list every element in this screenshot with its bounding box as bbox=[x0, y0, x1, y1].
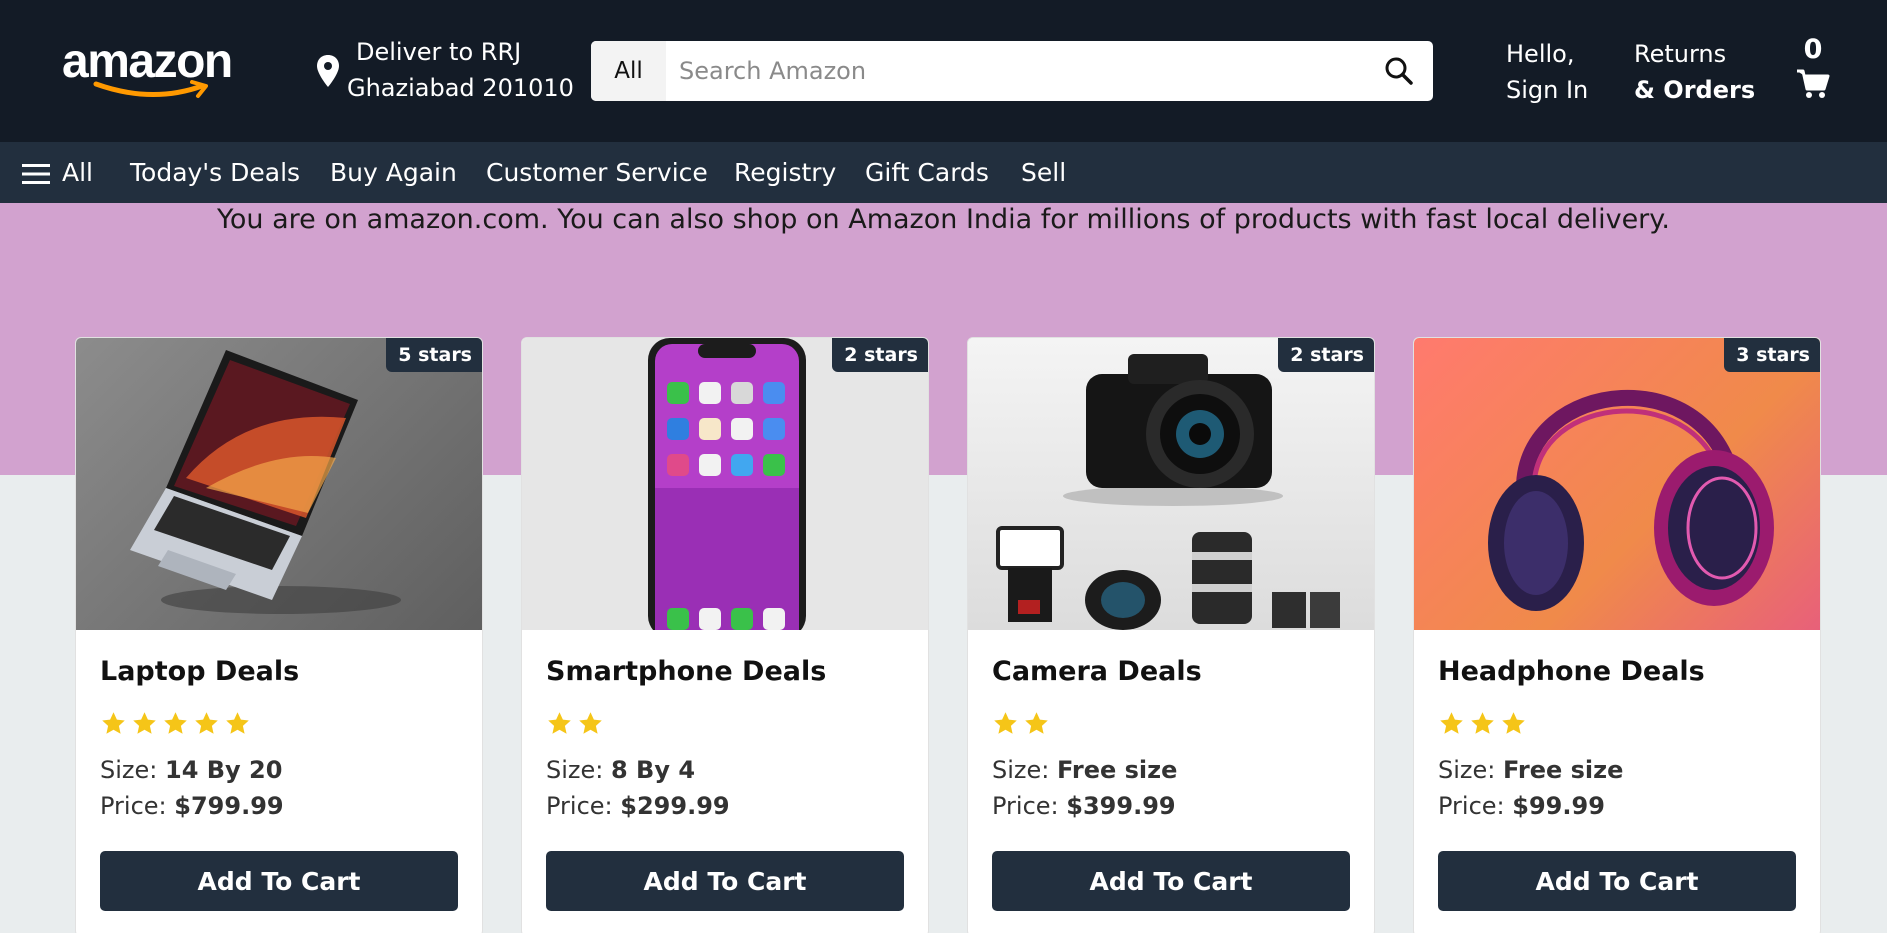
product-price: Price: $99.99 bbox=[1438, 792, 1605, 820]
returns-orders[interactable]: Returns & Orders bbox=[1634, 36, 1755, 108]
star-rating bbox=[1438, 710, 1531, 740]
cart-button[interactable]: 0 bbox=[1788, 32, 1838, 112]
laptop-illustration bbox=[130, 350, 401, 614]
nav-buy-again[interactable]: Buy Again bbox=[330, 142, 457, 203]
search-icon bbox=[1385, 57, 1413, 85]
star-icon bbox=[994, 712, 1017, 734]
star-rating bbox=[992, 710, 1054, 740]
amazon-logo[interactable]: amazon bbox=[62, 36, 240, 98]
search-input[interactable] bbox=[679, 41, 1359, 101]
nav-all-label: All bbox=[62, 158, 93, 187]
headphone-image[interactable]: 3 stars bbox=[1414, 338, 1820, 630]
returns-label: Returns bbox=[1634, 40, 1727, 68]
locale-notice[interactable]: You are on amazon.com. You can also shop… bbox=[0, 203, 1887, 237]
add-to-cart-button[interactable]: Add To Cart bbox=[992, 851, 1350, 911]
product-card-headphone: 3 stars Headphone Deals Size: Free size … bbox=[1413, 337, 1821, 933]
rating-badge: 3 stars bbox=[1724, 338, 1820, 372]
nav-gift-cards[interactable]: Gift Cards bbox=[865, 142, 989, 203]
star-icon bbox=[1502, 712, 1525, 734]
rating-badge: 2 stars bbox=[1278, 338, 1374, 372]
nav-customer-service[interactable]: Customer Service bbox=[486, 142, 708, 203]
product-title[interactable]: Smartphone Deals bbox=[546, 656, 826, 687]
headphone-illustration bbox=[1488, 389, 1774, 611]
product-card-smartphone: 2 stars Smartphone Deals Size: 8 By 4 Pr… bbox=[521, 337, 929, 933]
hamburger-menu-icon bbox=[22, 164, 50, 184]
product-title[interactable]: Camera Deals bbox=[992, 656, 1202, 687]
product-size: Size: 8 By 4 bbox=[546, 756, 696, 784]
deliver-location: Ghaziabad 201010 bbox=[347, 74, 574, 102]
cart-icon bbox=[1797, 69, 1830, 98]
star-icon bbox=[1440, 712, 1463, 734]
star-icon bbox=[133, 712, 156, 734]
star-icon bbox=[1025, 712, 1048, 734]
search-bar: All bbox=[591, 41, 1433, 101]
add-to-cart-button[interactable]: Add To Cart bbox=[1438, 851, 1796, 911]
add-to-cart-button[interactable]: Add To Cart bbox=[100, 851, 458, 911]
logo-smile-icon bbox=[93, 80, 208, 98]
sign-in-label: Sign In bbox=[1506, 76, 1589, 104]
star-rating bbox=[100, 710, 255, 740]
star-icon bbox=[164, 712, 187, 734]
product-title[interactable]: Laptop Deals bbox=[100, 656, 299, 687]
camera-illustration bbox=[996, 354, 1340, 630]
orders-label: & Orders bbox=[1634, 76, 1756, 104]
star-icon bbox=[226, 712, 249, 734]
search-button[interactable] bbox=[1365, 41, 1433, 101]
add-to-cart-button[interactable]: Add To Cart bbox=[546, 851, 904, 911]
star-icon bbox=[548, 712, 571, 734]
rating-badge: 2 stars bbox=[832, 338, 928, 372]
product-price: Price: $799.99 bbox=[100, 792, 284, 820]
deliver-to-label: Deliver to RRJ bbox=[356, 38, 522, 66]
location-pin-icon bbox=[317, 55, 339, 87]
nav-registry[interactable]: Registry bbox=[734, 142, 836, 203]
laptop-image[interactable]: 5 stars bbox=[76, 338, 482, 630]
product-price: Price: $399.99 bbox=[992, 792, 1176, 820]
search-category-select[interactable]: All bbox=[591, 41, 666, 101]
product-size: Size: Free size bbox=[992, 756, 1178, 784]
product-price: Price: $299.99 bbox=[546, 792, 730, 820]
account-greeting: Hello, bbox=[1506, 40, 1575, 68]
product-size: Size: Free size bbox=[1438, 756, 1624, 784]
cart-count: 0 bbox=[1803, 34, 1823, 65]
product-title[interactable]: Headphone Deals bbox=[1438, 656, 1705, 687]
star-icon bbox=[195, 712, 218, 734]
star-icon bbox=[579, 712, 602, 734]
product-card-camera: 2 stars Camera Deals Size: Free size Pri… bbox=[967, 337, 1375, 933]
account-sign-in[interactable]: Hello, Sign In bbox=[1506, 36, 1588, 108]
star-icon bbox=[1471, 712, 1494, 734]
product-size: Size: 14 By 20 bbox=[100, 756, 283, 784]
rating-badge: 5 stars bbox=[386, 338, 482, 372]
nav-bar: All Today's Deals Buy Again Customer Ser… bbox=[0, 142, 1887, 203]
camera-image[interactable]: 2 stars bbox=[968, 338, 1374, 630]
smartphone-illustration bbox=[648, 338, 806, 630]
product-card-laptop: 5 stars Laptop Deals Size: 14 By 20 Pric… bbox=[75, 337, 483, 933]
smartphone-image[interactable]: 2 stars bbox=[522, 338, 928, 630]
nav-todays-deals[interactable]: Today's Deals bbox=[130, 142, 300, 203]
deliver-to[interactable]: Deliver to RRJ Ghaziabad 201010 bbox=[316, 36, 576, 106]
star-icon bbox=[102, 712, 125, 734]
star-rating bbox=[546, 710, 608, 740]
top-header: amazon Deliver to RRJ Ghaziabad 201010 A… bbox=[0, 0, 1887, 142]
nav-sell[interactable]: Sell bbox=[1021, 142, 1066, 203]
nav-all-menu[interactable]: All bbox=[22, 142, 93, 203]
